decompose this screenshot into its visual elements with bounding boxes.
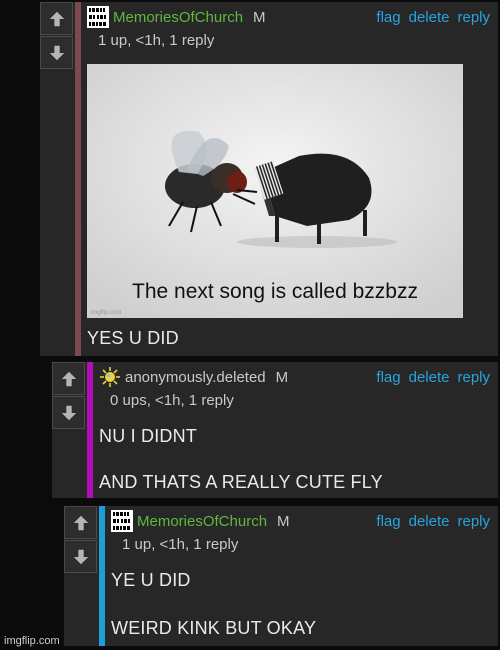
- flag-link[interactable]: flag: [376, 369, 400, 386]
- arrow-up-icon: [61, 371, 76, 386]
- vote-controls: [64, 506, 97, 574]
- username[interactable]: MemoriesOfChurch: [113, 9, 243, 26]
- flag-link[interactable]: flag: [376, 9, 400, 26]
- delete-link[interactable]: delete: [409, 9, 450, 26]
- flag-link[interactable]: flag: [376, 513, 400, 530]
- comment-header: MemoriesOfChurch M flag delete reply: [87, 6, 490, 28]
- thread-bar: [75, 2, 81, 356]
- meme-caption: The next song is called bzzbzz: [132, 280, 418, 303]
- comment-meta: 1 up, <1h, 1 reply: [98, 32, 215, 49]
- comment-text: YES U DID: [87, 328, 179, 348]
- comment-meta: 1 up, <1h, 1 reply: [122, 536, 239, 553]
- comment: MemoriesOfChurch M flag delete reply 1 u…: [64, 506, 498, 646]
- downvote-button[interactable]: [52, 396, 85, 429]
- vote-controls: [40, 2, 73, 70]
- sun-icon: [100, 367, 120, 387]
- comment: anonymously.deleted M flag delete reply …: [52, 362, 498, 498]
- delete-link[interactable]: delete: [409, 369, 450, 386]
- arrow-up-icon: [49, 11, 64, 26]
- vote-controls: [52, 362, 85, 430]
- comment-text: NU I DIDNT: [99, 426, 197, 446]
- comment-text: WEIRD KINK BUT OKAY: [111, 618, 317, 638]
- site-watermark: imgflip.com: [4, 635, 60, 647]
- upvote-button[interactable]: [52, 362, 85, 395]
- thread-bar: [87, 362, 93, 498]
- thread-bar: [99, 506, 105, 646]
- binary-pixel-icon: [111, 510, 133, 532]
- comment: MemoriesOfChurch M flag delete reply 1 u…: [40, 2, 498, 356]
- comment-actions: flag delete reply: [376, 369, 490, 386]
- reply-link[interactable]: reply: [457, 9, 490, 26]
- comment-text: YE U DID: [111, 570, 191, 590]
- mod-badge: M: [275, 368, 289, 386]
- upvote-button[interactable]: [64, 506, 97, 539]
- comment-meta: 0 ups, <1h, 1 reply: [110, 392, 234, 409]
- arrow-down-icon: [49, 45, 64, 60]
- comment-header: anonymously.deleted M flag delete reply: [99, 366, 490, 388]
- downvote-button[interactable]: [40, 36, 73, 69]
- comment-actions: flag delete reply: [376, 9, 490, 26]
- mod-badge: M: [253, 8, 266, 26]
- arrow-down-icon: [61, 405, 76, 420]
- reply-link[interactable]: reply: [457, 513, 490, 530]
- upvote-button[interactable]: [40, 2, 73, 35]
- delete-link[interactable]: delete: [409, 513, 450, 530]
- comment-header: MemoriesOfChurch M flag delete reply: [111, 510, 490, 532]
- reply-link[interactable]: reply: [457, 369, 490, 386]
- username[interactable]: anonymously.deleted: [125, 369, 266, 386]
- arrow-up-icon: [73, 515, 88, 530]
- username[interactable]: MemoriesOfChurch: [137, 513, 267, 530]
- meme-image: The next song is called bzzbzz imgflip.c…: [87, 64, 463, 318]
- meme-watermark: imgflip.com: [91, 310, 122, 316]
- comment-actions: flag delete reply: [376, 513, 490, 530]
- downvote-button[interactable]: [64, 540, 97, 573]
- comment-text: AND THATS A REALLY CUTE FLY: [99, 472, 383, 492]
- binary-pixel-icon: [87, 6, 109, 28]
- arrow-down-icon: [73, 549, 88, 564]
- mod-badge: M: [277, 512, 290, 530]
